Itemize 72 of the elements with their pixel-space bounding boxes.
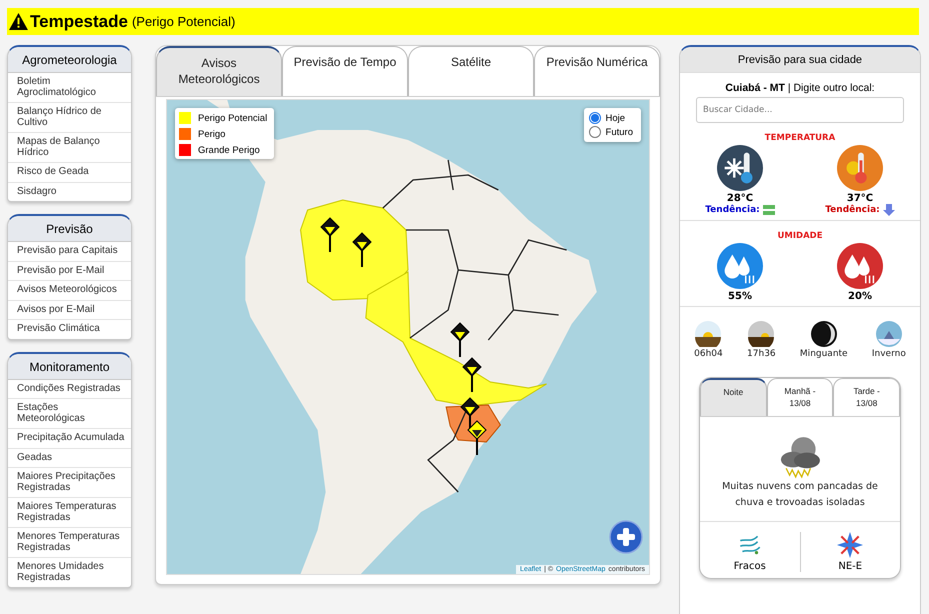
astro-label: Inverno <box>872 349 906 359</box>
panel-title: Previsão para sua cidade <box>680 47 920 73</box>
down-arrow-icon <box>882 204 895 216</box>
trend-label: Tendência: <box>825 205 880 215</box>
warning-sign-icon[interactable] <box>450 322 470 358</box>
humidity-drops-icon <box>837 243 883 289</box>
humidity-value: 20% <box>848 291 872 302</box>
astro-label: 17h36 <box>747 349 776 359</box>
trend-label: Tendência: <box>705 205 760 215</box>
location-text: Cuiabá - MT | Digite outro local: <box>725 82 875 94</box>
astro-label: 06h04 <box>694 349 723 359</box>
section-heading: TEMPERATURA <box>764 133 836 143</box>
period-tab[interactable]: Manhã - 13/08 <box>766 378 834 416</box>
winter-scene-icon <box>876 321 902 347</box>
menu-link[interactable]: Previsão Climática <box>8 320 131 338</box>
alert-title: Tempestade <box>30 12 128 32</box>
moon-icon <box>810 321 837 347</box>
temperature-value: 37°C <box>846 193 874 204</box>
sunset-icon <box>748 321 774 347</box>
menu-link[interactable]: Sisdagro <box>8 182 131 201</box>
alert-level: (Perigo Potencial) <box>132 14 236 29</box>
menu-link[interactable]: Menores Temperaturas Registradas <box>8 528 131 558</box>
menu-link[interactable]: Menores Umidades Registradas <box>8 558 131 587</box>
period-tab[interactable]: Tarde - 13/08 <box>833 378 900 416</box>
warning-sign-icon[interactable] <box>320 217 340 253</box>
menu-link[interactable]: Previsão para Capitais <box>8 242 131 262</box>
menu-link[interactable]: Mapas de Balanço Hídrico <box>8 133 131 163</box>
compass-rose-icon <box>837 532 864 558</box>
menu-title: Agrometeorologia <box>8 47 131 73</box>
menu-link[interactable]: Risco de Geada <box>8 163 131 182</box>
menu-link[interactable]: Condições Registradas <box>8 380 131 399</box>
humidity-drops-icon <box>717 243 763 289</box>
legend-label: Grande Perigo <box>198 144 260 156</box>
add-button[interactable] <box>609 520 643 554</box>
radio-button[interactable] <box>588 112 601 124</box>
menu-link[interactable]: Maiores Precipitações Registradas <box>8 468 131 498</box>
menu-link[interactable]: Avisos por E-Mail <box>8 300 131 320</box>
tab[interactable]: Previsão de Tempo <box>282 46 408 96</box>
cold-thermometer-icon <box>717 145 763 191</box>
menu-link[interactable]: Avisos Meteorológicos <box>8 281 131 300</box>
menu-title: Previsão <box>8 216 131 242</box>
radio-label[interactable]: Hoje <box>606 112 626 124</box>
section-heading: UMIDADE <box>777 231 823 241</box>
astro-label: Minguante <box>800 349 848 359</box>
menu-link[interactable]: Precipitação Acumulada <box>8 429 131 448</box>
hot-thermometer-icon <box>837 145 883 191</box>
humidity-value: 55% <box>728 291 752 302</box>
legend-label: Perigo Potencial <box>198 112 268 124</box>
menu-link[interactable]: Balanço Hídrico de Cultivo <box>8 103 131 133</box>
tab[interactable]: Satélite <box>408 46 534 96</box>
wind-strength: Fracos <box>734 561 766 572</box>
wind-direction: NE-E <box>838 561 862 572</box>
radio-button[interactable] <box>588 126 601 138</box>
menu-link[interactable]: Previsão por E-Mail <box>8 262 131 281</box>
warning-sign-icon[interactable] <box>467 420 487 456</box>
legend-label: Perigo <box>198 128 226 140</box>
steady-trend-icon <box>762 204 775 216</box>
period-tab[interactable]: Noite <box>700 378 767 416</box>
radio-label[interactable]: Futuro <box>606 126 633 138</box>
warning-sign-icon[interactable] <box>462 357 482 393</box>
sunrise-icon <box>695 321 722 347</box>
menu-link[interactable]: Estações Meteorológicas <box>8 399 131 429</box>
warning-sign-icon[interactable] <box>352 232 372 268</box>
menu-link[interactable]: Maiores Temperaturas Registradas <box>8 498 131 528</box>
city-search-field[interactable]: Buscar Cidade... <box>696 97 904 123</box>
tab[interactable]: Previsão Numérica <box>534 46 660 96</box>
forecast-description: Muitas nuvens com pancadas de chuva e trovoadas isoladas <box>721 480 879 510</box>
menu-title: Monitoramento <box>8 354 131 380</box>
temperature-value: 28°C <box>726 193 754 204</box>
menu-link[interactable]: Geadas <box>8 448 131 468</box>
tab[interactable]: Avisos Meteorológicos <box>156 46 282 96</box>
menu-link[interactable]: Boletim Agroclimatológico <box>8 73 131 103</box>
